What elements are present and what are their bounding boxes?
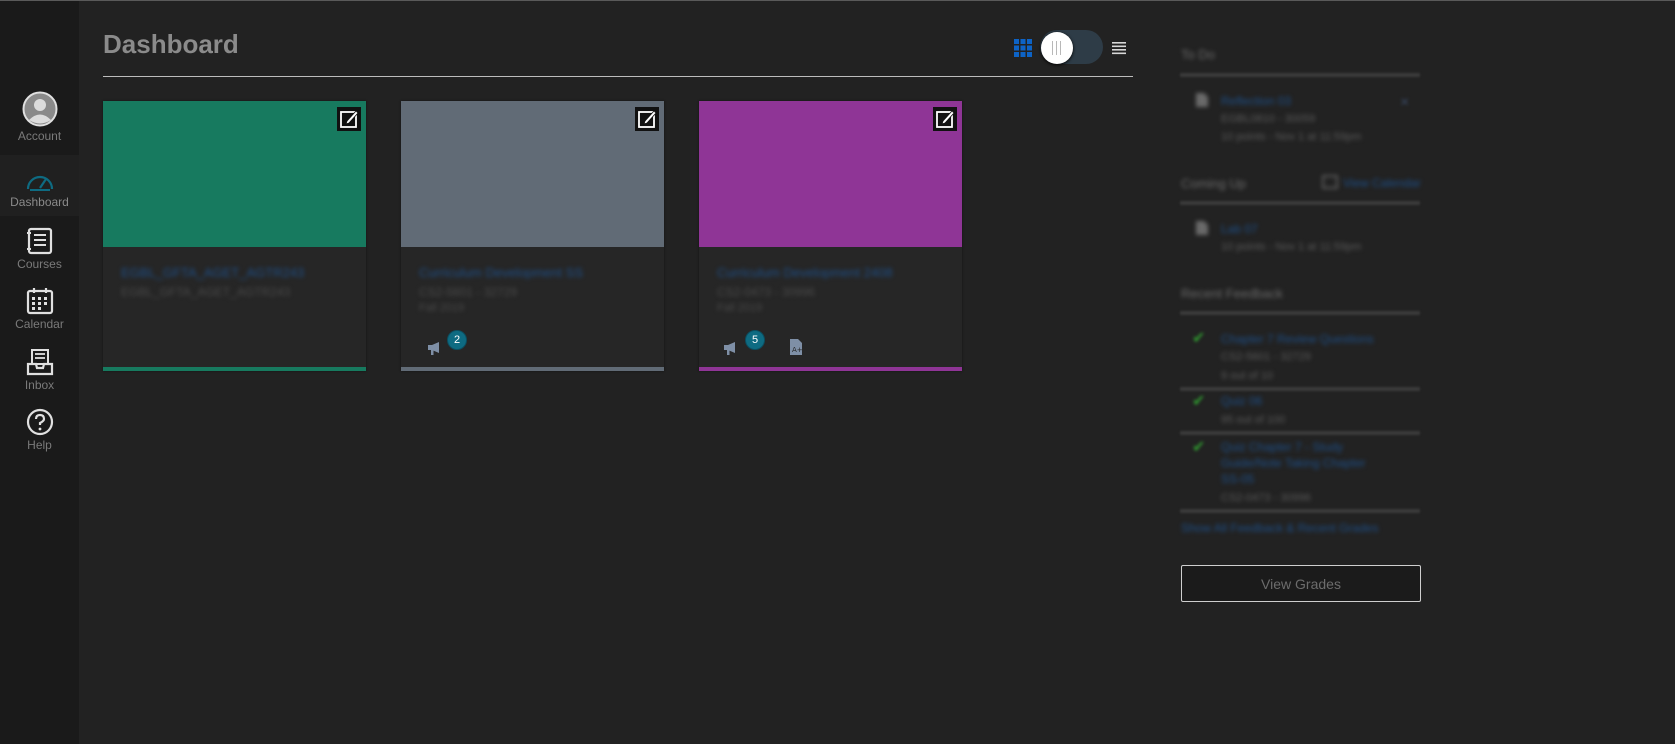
feedback-item-score: 95 out of 100 xyxy=(1221,414,1286,426)
coming-up-item-due: 10 points - Nov 1 at 11:59pm xyxy=(1221,241,1362,253)
nav-item-help[interactable]: Help xyxy=(0,408,79,463)
view-toggle[interactable] xyxy=(1013,29,1128,65)
recent-feedback-heading: Recent Feedback xyxy=(1181,286,1283,301)
todo-item-link[interactable]: Reflection 03 xyxy=(1221,94,1291,108)
card-course-name[interactable]: Curriculum Development 2408 xyxy=(717,265,893,280)
course-card[interactable]: Curriculum Development 2408 CS2-0473 - 3… xyxy=(699,101,962,371)
checkmark-icon: ✔ xyxy=(1192,439,1206,456)
dashboard-gauge-icon xyxy=(26,175,53,191)
course-card[interactable]: Curriculum Development SS CS2-5601 - 327… xyxy=(401,101,664,371)
toggle-knob[interactable] xyxy=(1041,32,1073,64)
coming-up-divider xyxy=(1180,201,1420,205)
assignment-doc-icon xyxy=(1196,93,1208,107)
grid-view-icon[interactable] xyxy=(1013,38,1033,58)
card-term: Fall 2019 xyxy=(419,302,465,314)
feedback-item-link[interactable]: Quiz Chapter 7 - Study xyxy=(1221,440,1343,454)
todo-heading: To Do xyxy=(1181,47,1215,62)
card-color-bar xyxy=(699,367,962,371)
announcement-icon[interactable] xyxy=(426,339,444,357)
view-grades-button[interactable]: View Grades xyxy=(1181,565,1421,602)
view-toggle-switch[interactable] xyxy=(1040,30,1103,64)
nav-label-account: Account xyxy=(17,129,62,143)
card-course-name[interactable]: EGBL_GFTA_AGET_AGTR243 xyxy=(121,265,304,280)
nav-label-dashboard: Dashboard xyxy=(10,195,69,209)
card-course-code: EGBL_GFTA_AGET_AGTR243 xyxy=(121,285,291,299)
feedback-item-course: CS2-0473 - 30996 xyxy=(1221,492,1311,504)
nav-item-dashboard[interactable]: Dashboard xyxy=(0,155,79,216)
list-view-icon[interactable] xyxy=(1111,40,1127,56)
card-hero[interactable] xyxy=(103,101,366,247)
global-nav: Account Dashboard Courses Calendar Inbox… xyxy=(0,1,79,744)
todo-item-due: 10 points - Nov 1 at 11:59pm xyxy=(1221,131,1362,143)
todo-item-course: EGBL0810 - 30059 xyxy=(1221,113,1316,125)
coming-up-heading: Coming Up xyxy=(1181,176,1247,191)
feedback-item-link[interactable]: Chapter 7 Review Questions xyxy=(1221,332,1374,346)
avatar-icon xyxy=(22,91,57,127)
page-title: Dashboard xyxy=(103,29,239,59)
feedback-divider xyxy=(1180,509,1420,513)
card-edit-button[interactable] xyxy=(933,107,957,131)
edit-icon xyxy=(638,110,657,128)
header-divider xyxy=(103,76,1133,77)
edit-icon xyxy=(340,110,359,128)
assignment-icon[interactable]: A+ xyxy=(788,338,804,356)
dismiss-icon[interactable]: × xyxy=(1400,94,1409,112)
announcement-count-badge: 5 xyxy=(745,330,765,350)
view-calendar-link[interactable]: View Calendar xyxy=(1343,176,1421,190)
card-edit-button[interactable] xyxy=(635,107,659,131)
card-edit-button[interactable] xyxy=(337,107,361,131)
show-all-feedback-link[interactable]: Show All Feedback & Recent Grades xyxy=(1181,521,1378,535)
top-border xyxy=(0,0,1675,1)
card-hero[interactable] xyxy=(401,101,664,247)
course-card[interactable]: EGBL_GFTA_AGET_AGTR243 EGBL_GFTA_AGET_AG… xyxy=(103,101,366,371)
edit-icon xyxy=(936,110,955,128)
feedback-item-course: CS2-5601 - 32729 xyxy=(1221,351,1311,363)
feedback-item-link[interactable]: Quiz 06 xyxy=(1221,394,1262,408)
card-color-bar xyxy=(103,367,366,371)
calendar-icon xyxy=(26,288,53,315)
feedback-item-score: 9 out of 10 xyxy=(1221,370,1273,382)
nav-label-inbox: Inbox xyxy=(24,378,55,392)
calendar-small-icon xyxy=(1322,175,1338,189)
nav-item-account[interactable]: Account xyxy=(0,91,79,146)
svg-text:A+: A+ xyxy=(792,346,803,354)
feedback-divider xyxy=(1180,431,1420,435)
assignment-doc-icon xyxy=(1196,221,1208,235)
nav-label-calendar: Calendar xyxy=(15,317,64,331)
card-course-code: CS2-0473 - 30996 xyxy=(717,285,816,299)
feedback-divider xyxy=(1180,387,1420,391)
inbox-icon xyxy=(26,349,53,376)
card-hero[interactable] xyxy=(699,101,962,247)
card-term: Fall 2019 xyxy=(717,302,763,314)
nav-label-courses: Courses xyxy=(17,257,62,271)
card-course-name[interactable]: Curriculum Development SS xyxy=(419,265,583,280)
nav-item-courses[interactable]: Courses xyxy=(0,227,79,279)
feedback-item-link-line3[interactable]: SS-05 xyxy=(1221,472,1254,486)
help-icon xyxy=(26,408,53,436)
card-color-bar xyxy=(401,367,664,371)
courses-book-icon xyxy=(26,227,52,255)
card-course-code: CS2-5601 - 32729 xyxy=(419,285,518,299)
nav-item-calendar[interactable]: Calendar xyxy=(0,287,79,342)
checkmark-icon: ✔ xyxy=(1192,330,1206,347)
announcement-icon[interactable] xyxy=(722,339,740,357)
feedback-item-link-line2[interactable]: Guide/Note Taking Chapter xyxy=(1221,456,1366,470)
nav-label-help: Help xyxy=(27,438,52,452)
feedback-divider xyxy=(1180,311,1420,315)
nav-item-inbox[interactable]: Inbox xyxy=(0,348,79,403)
checkmark-icon: ✔ xyxy=(1192,393,1206,410)
coming-up-item-link[interactable]: Lab 07 xyxy=(1221,222,1258,236)
announcement-count-badge: 2 xyxy=(447,330,467,350)
todo-divider xyxy=(1180,73,1420,77)
